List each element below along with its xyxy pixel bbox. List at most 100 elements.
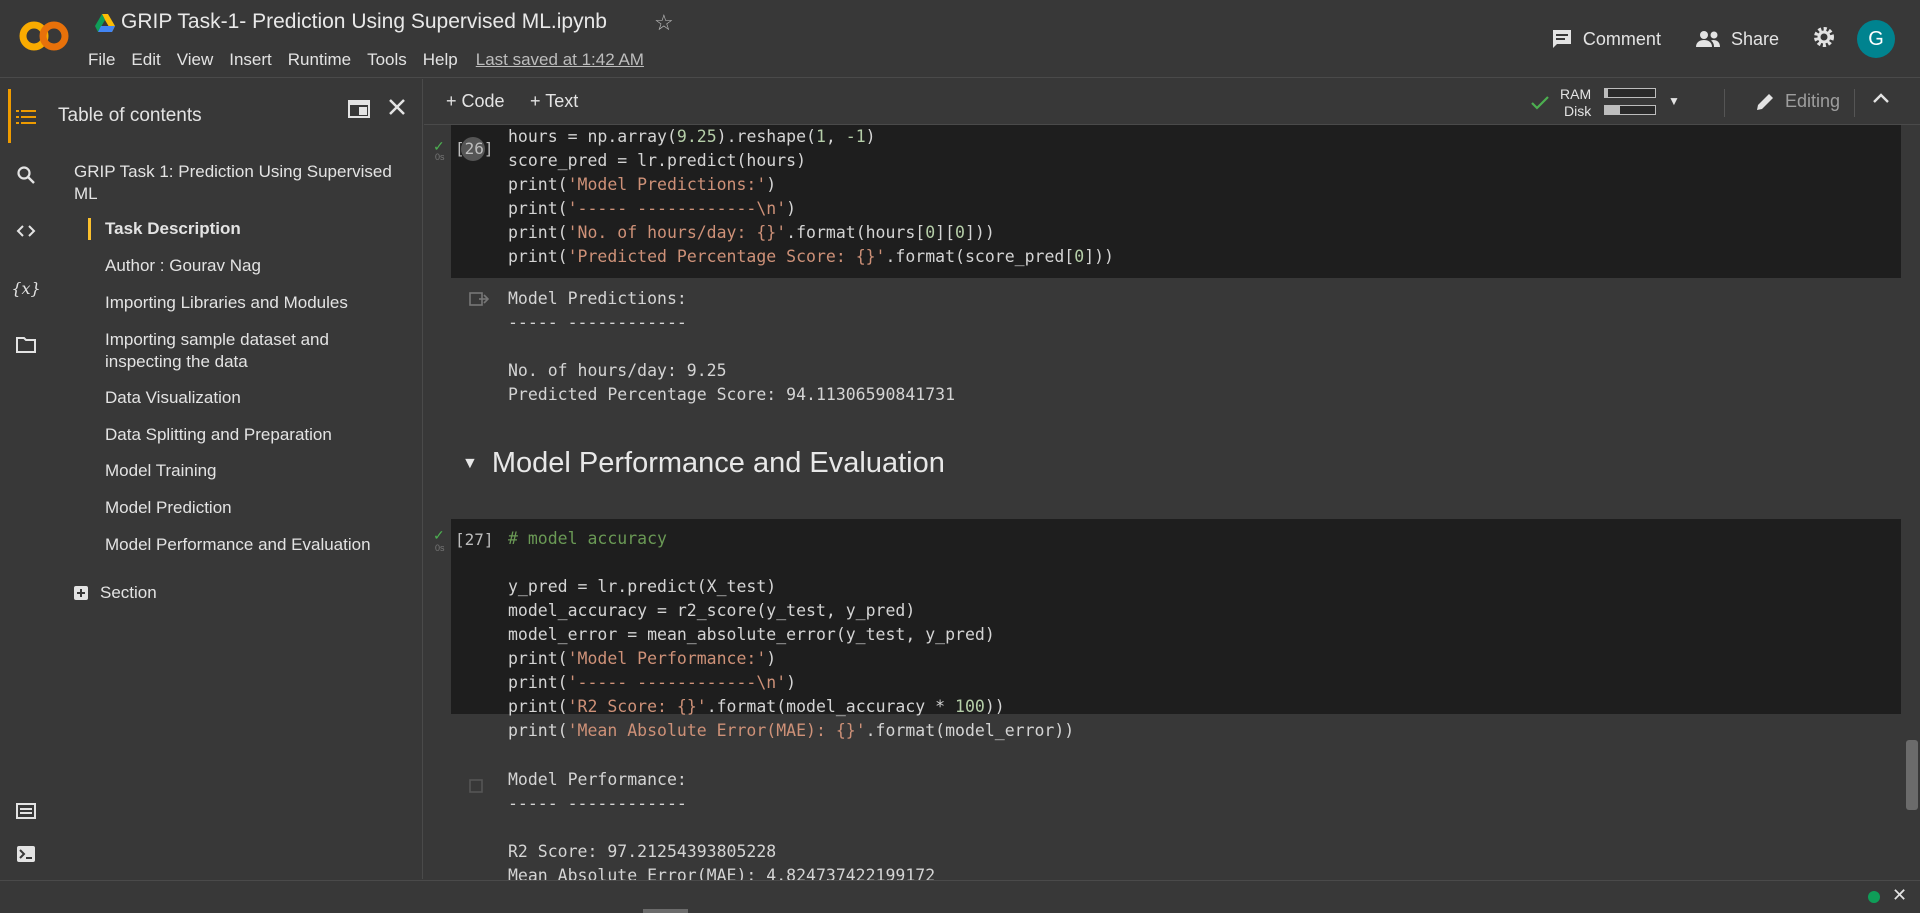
toc-item-data-visualization[interactable]: Data Visualization [105,387,241,409]
toc-list-icon[interactable] [14,105,38,129]
ram-label: RAM [1560,86,1592,102]
variables-icon[interactable]: {x} [11,276,40,300]
toc-item-model-performance[interactable]: Model Performance and Evaluation [105,534,371,556]
section-heading-text: Model Performance and Evaluation [491,447,945,479]
drive-icon[interactable] [95,14,115,32]
header-actions: Comment Share G [1551,18,1920,60]
cell-number: [27] [455,530,494,549]
output-line: ----- ------------ [508,313,687,332]
open-in-tab-icon[interactable] [348,99,370,124]
close-icon[interactable] [387,97,407,122]
editing-label: Editing [1784,91,1840,111]
comment-label: Comment [1582,28,1661,49]
output-line: Model Predictions: [508,289,687,308]
section-heading[interactable]: ▼ Model Performance and Evaluation [462,447,945,480]
command-palette-icon[interactable] [14,799,38,823]
collapse-section-icon[interactable]: ▼ [462,455,478,473]
toc-item-data-splitting[interactable]: Data Splitting and Preparation [105,424,332,446]
cell-26-output: Model Predictions: ----- ------------ No. … [508,287,955,407]
avatar[interactable]: G [1857,20,1895,58]
toc-item-model-training[interactable]: Model Training [105,460,217,482]
disk-label: Disk [1564,103,1592,119]
star-icon[interactable]: ☆ [654,10,674,36]
output-line: R2 Score: 97.21254393805228 [508,842,777,861]
share-label: Share [1730,28,1779,49]
disk-bar-fill [1605,106,1620,114]
toc-item-importing-dataset[interactable]: Importing sample dataset and inspecting … [105,329,329,373]
share-button[interactable]: Share [1695,29,1779,50]
menu-bar: File Edit View Insert Runtime Tools Help… [88,50,660,70]
plus-box-icon [74,586,88,600]
executed-check-icon: ✓ [433,527,445,543]
top-bar: GRIP Task-1- Prediction Using Supervised… [0,0,1920,78]
settings-gear-icon[interactable] [1813,26,1835,53]
add-text-button[interactable]: + Text [530,91,578,112]
add-section-button[interactable]: Section [74,582,157,604]
search-icon[interactable] [14,163,38,187]
add-section-label: Section [100,583,157,602]
toc-item-importing-libraries[interactable]: Importing Libraries and Modules [105,292,348,314]
menu-tools[interactable]: Tools [367,50,407,70]
menu-file[interactable]: File [88,50,115,70]
status-bar: ✕ [0,880,1920,913]
output-icon[interactable] [469,777,489,800]
code-editor[interactable]: hours = np.array(9.25).reshape(1, -1) sc… [508,125,1114,269]
collapse-header-chevron-up-icon[interactable] [1872,91,1890,109]
ram-bar [1604,88,1656,98]
toc-item-grip-task[interactable]: GRIP Task 1: Prediction Using Supervised… [74,161,392,205]
people-icon [1695,31,1720,47]
exec-time: 0s [435,152,445,162]
terminal-icon[interactable] [14,842,38,866]
cell-27-output: Model Performance: ----- ------------ R2 S… [508,768,935,880]
connected-check-icon [1531,96,1549,110]
output-line: Mean Absolute Error(MAE): 4.824737422199… [508,866,936,880]
toc-active-indicator [88,218,91,240]
toc-item-author[interactable]: Author : Gourav Nag [105,255,261,277]
comment-button[interactable]: Comment [1551,29,1661,50]
resources-indicator[interactable]: RAM Disk ▼ [1530,85,1680,119]
code-editor[interactable]: # model accuracy y_pred = lr.predict(X_t… [508,527,1074,743]
output-icon[interactable] [469,290,490,313]
notebook-scrollbar[interactable] [1906,740,1918,810]
output-line: Predicted Percentage Score: 94.113065908… [508,385,956,404]
menu-insert[interactable]: Insert [229,50,272,70]
code-cell-26[interactable]: ✓ 0s [26] hours = np.array(9.25).reshape… [433,125,1901,278]
connection-status-dot [1868,891,1880,903]
toc-item-model-prediction[interactable]: Model Prediction [105,497,232,519]
menu-view[interactable]: View [177,50,214,70]
cell-toolbar: + Code + Text RAM Disk ▼ Editing [424,79,1920,125]
left-rail: {x} [0,79,48,879]
notebook-title[interactable]: GRIP Task-1- Prediction Using Supervised… [121,10,607,34]
toc-item-grip-task-line2: ML [74,184,98,203]
exec-time: 0s [435,543,445,553]
toc-item-task-description[interactable]: Task Description [105,218,241,240]
pencil-icon [1756,93,1773,110]
disk-bar [1604,105,1656,115]
notebook-main[interactable]: ✓ 0s [26] hours = np.array(9.25).reshape… [424,125,1904,880]
menu-runtime[interactable]: Runtime [288,50,351,70]
toc-panel: Table of contents GRIP Task 1: Predictio… [48,79,423,879]
toc-item-grip-task-line1: GRIP Task 1: Prediction Using Supervised [74,162,392,181]
folder-icon[interactable] [14,333,38,357]
resize-handle[interactable] [643,909,688,913]
toolbar-divider [1724,89,1725,117]
menu-help[interactable]: Help [423,50,458,70]
close-status-icon[interactable]: ✕ [1892,885,1907,906]
menu-edit[interactable]: Edit [131,50,160,70]
colab-logo-icon[interactable] [18,18,70,54]
output-line: ----- ------------ [508,794,687,813]
cell-number: [26] [455,139,494,158]
code-snippets-icon[interactable] [14,219,38,243]
comment-icon [1552,30,1571,48]
toolbar-divider-2 [1854,89,1855,117]
toc-item-importing-dataset-line2: inspecting the data [105,352,248,371]
code-cell-27[interactable]: ✓ 0s [27] # model accuracy y_pred = lr.p… [433,519,1901,740]
last-saved-link[interactable]: Last saved at 1:42 AM [476,50,644,70]
ram-bar-fill [1605,89,1608,97]
resources-dropdown-icon[interactable]: ▼ [1668,94,1680,108]
output-line: No. of hours/day: 9.25 [508,361,727,380]
editing-mode-button[interactable]: Editing [1755,91,1840,112]
add-code-button[interactable]: + Code [446,91,505,112]
